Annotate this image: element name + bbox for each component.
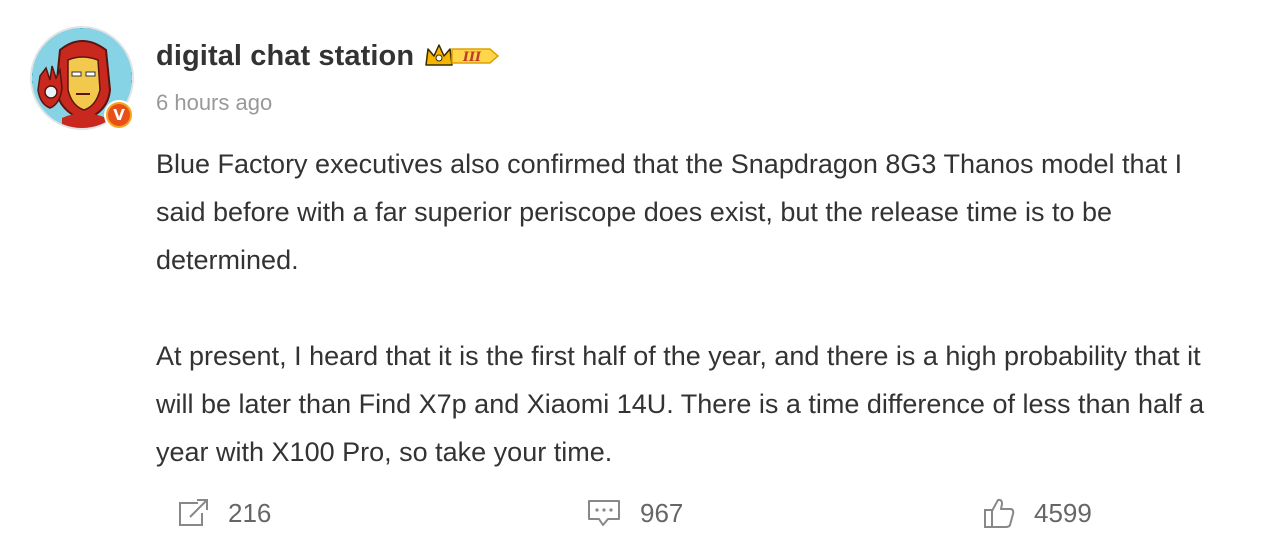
author-name-link[interactable]: digital chat station [156, 40, 414, 73]
post-paragraph-1: Blue Factory executives also confirmed t… [156, 149, 1183, 275]
like-button[interactable]: 4599 [982, 488, 1092, 538]
post-paragraph-2: At present, I heard that it is the first… [156, 341, 1205, 467]
thumbs-up-icon [984, 498, 1015, 528]
like-count: 4599 [1034, 497, 1092, 528]
level-badge-text: III [462, 50, 482, 65]
weibo-post-card: V digital chat station III 6 hours ago B… [0, 0, 1272, 544]
post-timestamp[interactable]: 6 hours ago [156, 90, 272, 116]
comment-button[interactable]: 967 [586, 488, 683, 538]
level-badge[interactable]: III [424, 41, 500, 71]
repost-button[interactable]: 216 [176, 488, 271, 538]
author-header: digital chat station III [156, 36, 500, 76]
post-content: Blue Factory executives also confirmed t… [156, 140, 1236, 476]
author-avatar-container[interactable]: V [30, 26, 134, 130]
verified-badge: V [104, 100, 134, 130]
repost-count: 216 [228, 497, 272, 528]
verified-v-icon: V [108, 104, 130, 126]
repost-icon [179, 499, 208, 526]
comment-count: 967 [640, 497, 684, 528]
comment-icon [588, 500, 620, 526]
crown-level-icon: III [425, 44, 500, 66]
post-action-bar: 216 967 4599 [0, 488, 1272, 538]
